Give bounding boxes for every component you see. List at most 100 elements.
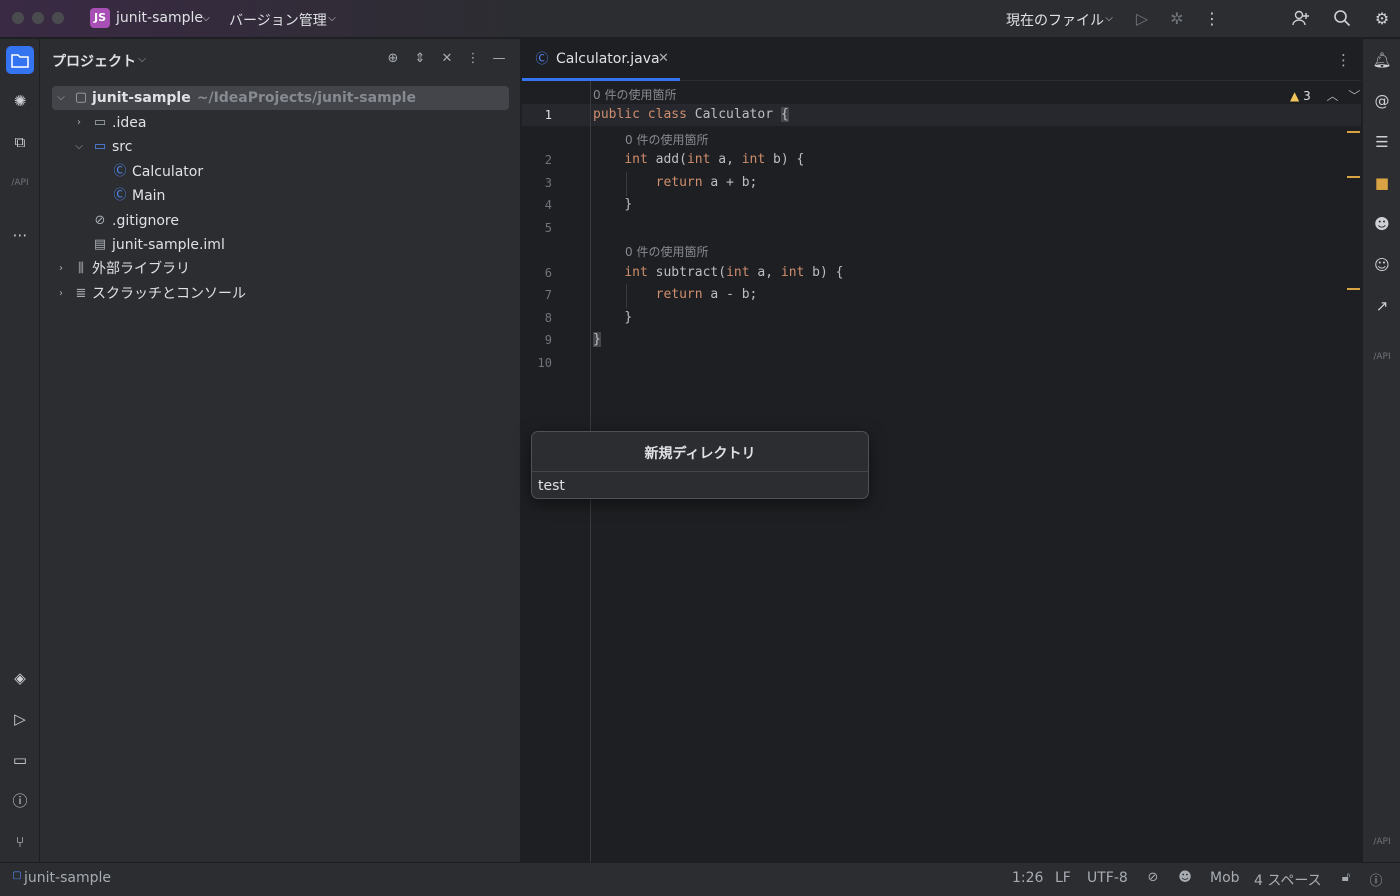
add-user-icon[interactable] (1291, 9, 1311, 29)
plugin-cube-icon[interactable]: ■ (1369, 169, 1395, 197)
debug-icon[interactable]: ✲ (1167, 9, 1187, 29)
inspection-widget[interactable]: ▲ 3 ︿ ﹀ (1290, 87, 1360, 104)
line-separator[interactable]: LF (1055, 870, 1071, 886)
problems-icon[interactable]: ⓘ (6, 787, 34, 815)
run-config-selector[interactable]: 現在のファイル (1006, 10, 1104, 30)
chevron-right-icon[interactable]: › (54, 282, 68, 306)
project-badge[interactable]: JS (90, 8, 110, 28)
code-line-2[interactable]: int add(int a, int b) { (593, 152, 804, 167)
more-vertical-icon[interactable]: ⋮ (1202, 9, 1222, 29)
warning-icon: ▲ (1290, 89, 1300, 103)
api-icon[interactable]: /API (1369, 343, 1395, 371)
settings-gear-icon[interactable]: ⚙ (1372, 9, 1392, 29)
code-line-7[interactable]: return a - b; (593, 287, 758, 302)
tree-item-external-libraries[interactable]: › ⫼ 外部ライブラリ (52, 257, 509, 281)
locate-file-icon[interactable]: ⊕ (384, 50, 402, 68)
tree-item-idea[interactable]: › ▭ .idea (52, 111, 509, 135)
chevron-up-icon[interactable]: ︿ (1327, 89, 1339, 103)
notifications-bell-icon[interactable]: 🔔︎ (1369, 46, 1395, 74)
warning-stripe-mark[interactable] (1347, 131, 1360, 133)
services-run-icon[interactable]: ▷ (6, 705, 34, 733)
code-line-1[interactable]: public class Calculator { (593, 107, 789, 122)
code-line-9[interactable]: } (593, 332, 601, 347)
api-icon[interactable]: /API (6, 169, 34, 197)
usage-hint[interactable]: 0 件の使用箇所 (625, 243, 708, 260)
project-panel: プロジェクト ⌵ ⊕ ⇕ ✕ ⋮ — ⌵ ▢ junit-sample ~/Ide… (40, 39, 521, 862)
chevron-right-icon[interactable]: › (54, 257, 68, 281)
search-icon[interactable] (1332, 9, 1352, 29)
structure-icon[interactable]: ⧉ (6, 128, 34, 156)
tree-item-iml[interactable]: ▤ junit-sample.iml (52, 233, 509, 257)
code-line-4[interactable]: } (593, 197, 632, 212)
chevron-down-icon[interactable]: ﹀ (1348, 89, 1360, 103)
tree-item-label: src (112, 139, 133, 155)
chevron-down-icon[interactable]: ⌵ (54, 86, 68, 110)
tab-calculator-java[interactable]: Ⓒ Calculator.java ✕ (522, 39, 682, 81)
info-icon[interactable]: ⓘ (1367, 870, 1385, 889)
more-vertical-icon[interactable]: ⋮ (464, 50, 482, 68)
git-branch-icon[interactable]: ⑂ (6, 828, 34, 856)
layers-icon[interactable]: ◈ (6, 664, 34, 692)
iml-file-icon: ▤ (93, 237, 107, 252)
project-tool-folder-icon[interactable] (6, 46, 34, 74)
chevron-down-icon[interactable]: ⌵ (322, 9, 342, 29)
line-number: 2 (544, 153, 552, 167)
code-line-8[interactable]: } (593, 310, 632, 325)
line-number: 1 (544, 108, 552, 122)
chevron-down-icon[interactable]: ⌵ (133, 51, 151, 69)
copilot-icon[interactable]: ☻ (1369, 210, 1395, 238)
new-directory-popup: 新規ディレクトリ (531, 431, 869, 499)
more-vertical-icon[interactable]: ⋮ (1336, 51, 1351, 69)
code-line-6[interactable]: int subtract(int a, int b) { (593, 265, 843, 280)
tree-item-project-root[interactable]: ⌵ ▢ junit-sample ~/IdeaProjects/junit-sam… (52, 86, 509, 110)
collapse-all-icon[interactable]: ✕ (438, 50, 456, 68)
unlock-icon[interactable]: 🔓︎ (1337, 870, 1355, 885)
ai-assistant-icon[interactable]: ✺ (6, 87, 34, 115)
api-icon[interactable]: /API (1369, 828, 1395, 856)
tree-item-scratches[interactable]: › ≣ スクラッチとコンソール (52, 282, 509, 306)
tree-item-calculator[interactable]: Ⓒ Calculator (52, 160, 509, 184)
chevron-down-icon[interactable]: ⌵ (72, 135, 86, 159)
vcs-menu[interactable]: バージョン管理 (229, 10, 327, 30)
tree-item-label: .idea (112, 115, 147, 131)
terminal-icon[interactable]: ▭ (6, 746, 34, 774)
zoom-window-button[interactable] (52, 12, 64, 24)
mob-status[interactable]: Mob (1210, 870, 1240, 886)
tree-item-gitignore[interactable]: ⊘ .gitignore (52, 209, 509, 233)
chevron-down-icon[interactable]: ⌵ (196, 9, 216, 29)
hide-panel-icon[interactable]: — (490, 50, 508, 68)
indent-setting[interactable]: 4 スペース (1254, 870, 1322, 890)
tree-item-main[interactable]: Ⓒ Main (52, 184, 509, 208)
close-window-button[interactable] (12, 12, 24, 24)
file-encoding[interactable]: UTF-8 (1087, 870, 1128, 886)
usage-hint[interactable]: 0 件の使用箇所 (593, 86, 676, 103)
more-horizontal-icon[interactable]: ⋯ (6, 221, 34, 249)
no-highlight-eye-icon[interactable]: ⊘ (1144, 870, 1162, 885)
tree-item-src[interactable]: ⌵ ▭ src (52, 135, 509, 159)
profiler-chart-icon[interactable]: ↗ (1369, 292, 1395, 320)
copilot-chat-icon[interactable]: ☺ (1369, 251, 1395, 279)
expand-all-icon[interactable]: ⇕ (411, 50, 429, 68)
ai-swirl-icon[interactable]: @ (1369, 87, 1395, 115)
database-icon[interactable]: ☰ (1369, 128, 1395, 156)
copilot-status-icon[interactable]: ☻ (1176, 870, 1194, 885)
ignore-file-icon: ⊘ (94, 213, 106, 228)
project-selector[interactable]: junit-sample (116, 10, 203, 26)
tree-item-path: ~/IdeaProjects/junit-sample (196, 90, 416, 106)
breadcrumb[interactable]: junit-sample (24, 870, 111, 886)
line-number: 10 (537, 356, 552, 370)
panel-title[interactable]: プロジェクト (52, 51, 136, 71)
close-tab-icon[interactable]: ✕ (658, 51, 669, 66)
caret-position[interactable]: 1:26 (1012, 870, 1043, 886)
code-line-3[interactable]: return a + b; (593, 175, 758, 190)
chevron-down-icon[interactable]: ⌵ (1099, 9, 1119, 29)
libraries-icon: ⫼ (78, 261, 84, 276)
usage-hint[interactable]: 0 件の使用箇所 (625, 131, 708, 148)
minimize-window-button[interactable] (32, 12, 44, 24)
line-number: 6 (544, 266, 552, 280)
warning-stripe-mark[interactable] (1347, 176, 1360, 178)
directory-name-input[interactable] (538, 476, 858, 496)
warning-stripe-mark[interactable] (1347, 288, 1360, 290)
run-icon[interactable]: ▷ (1132, 9, 1152, 29)
chevron-right-icon[interactable]: › (72, 111, 86, 135)
